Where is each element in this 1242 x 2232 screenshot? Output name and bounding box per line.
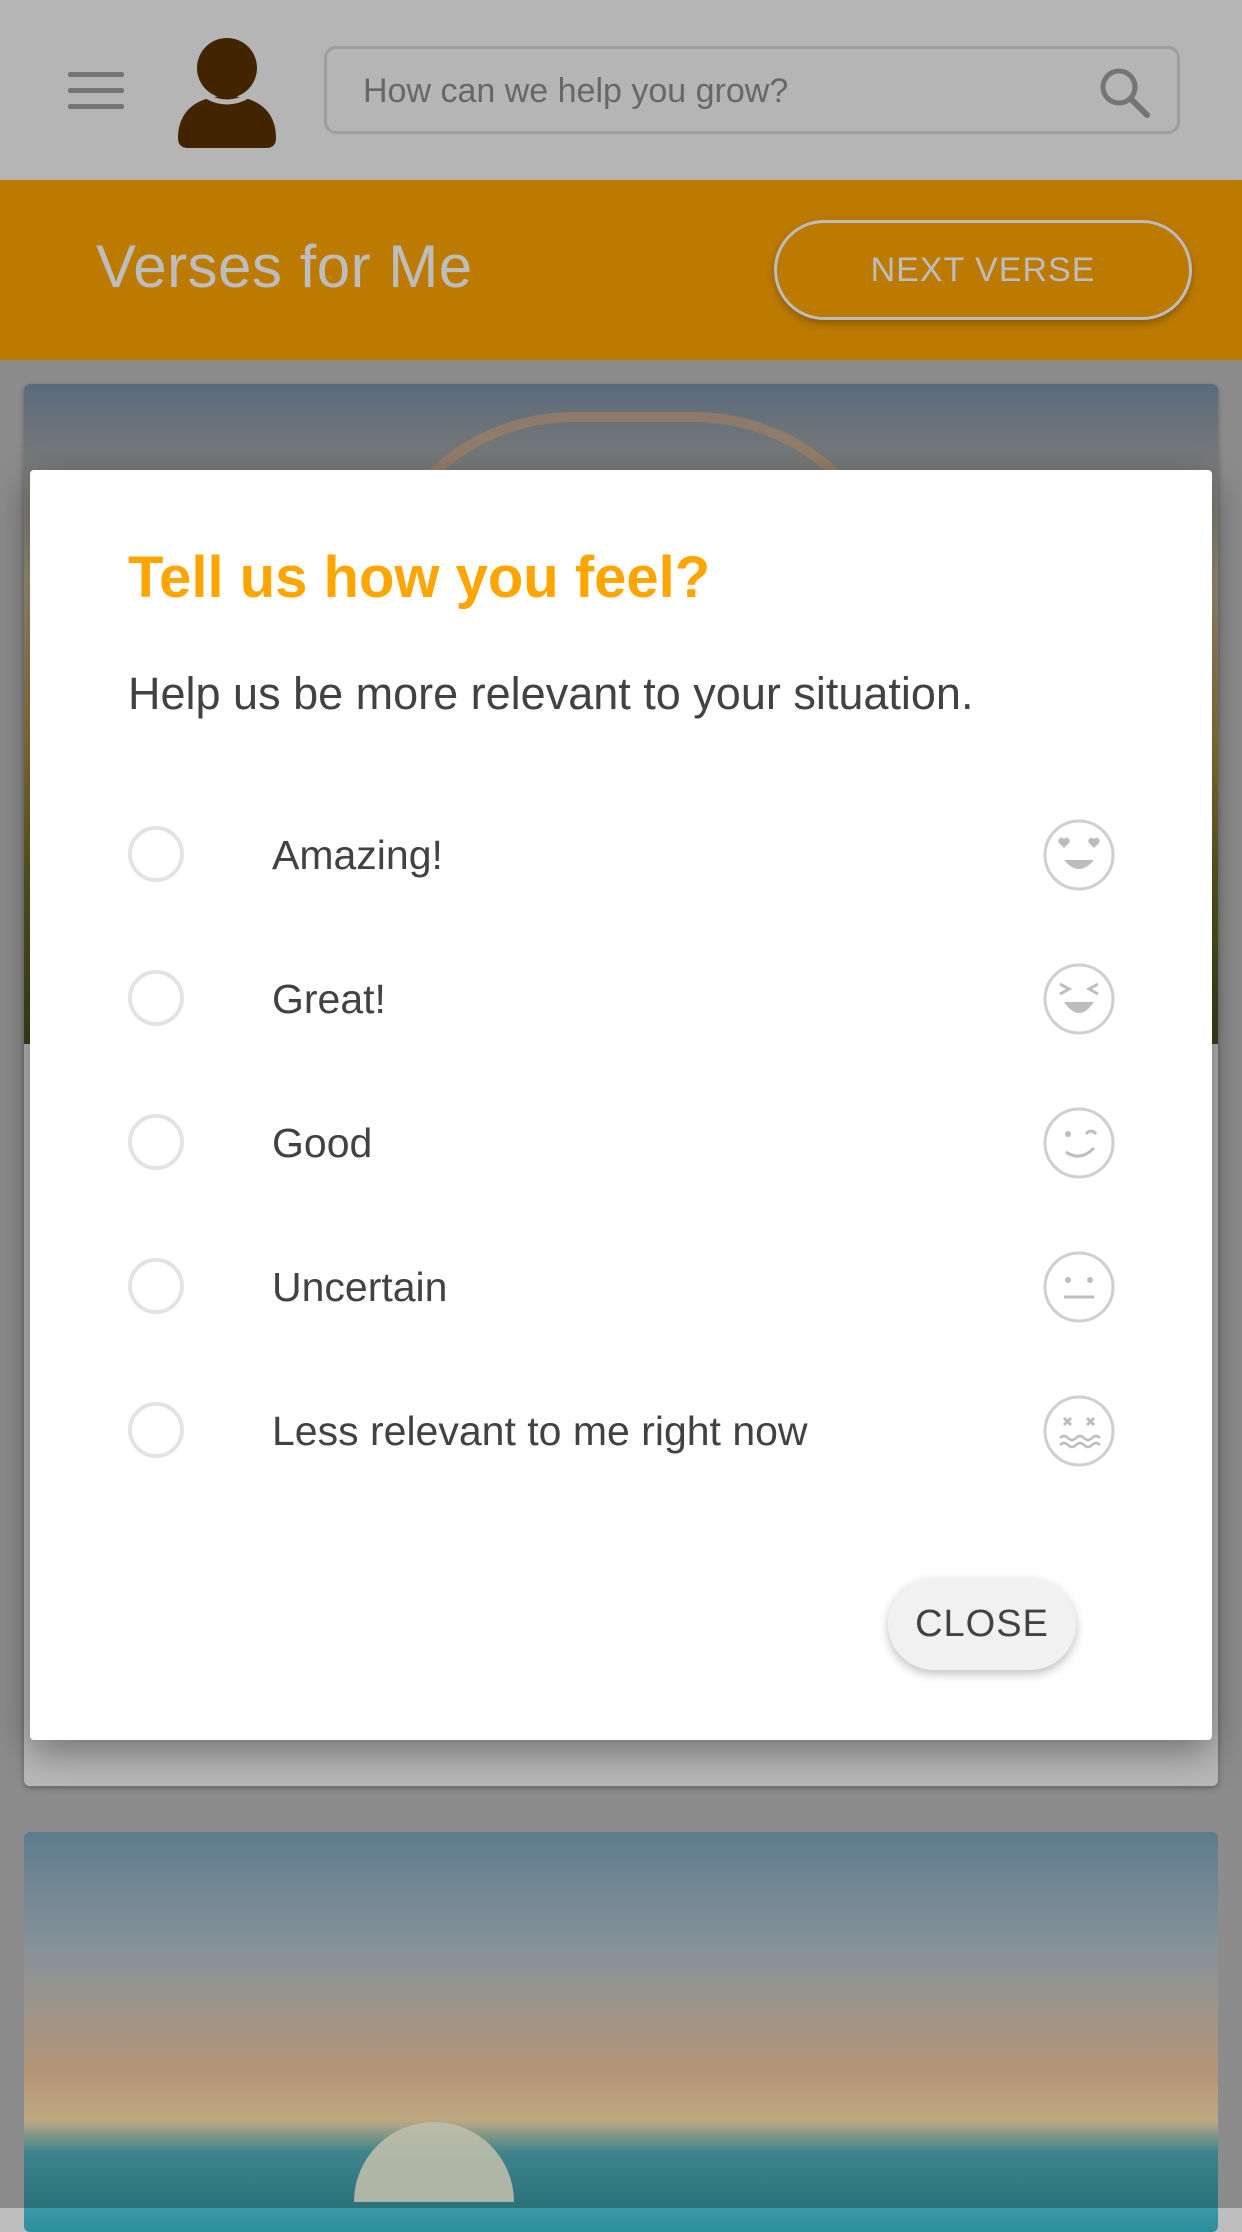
radio-button[interactable] xyxy=(128,970,184,1026)
option-label: Great! xyxy=(272,976,386,1022)
radio-button[interactable] xyxy=(128,1258,184,1314)
option-label: Less relevant to me right now xyxy=(272,1408,808,1454)
winking-emoji-icon xyxy=(1043,1107,1115,1179)
option-label: Uncertain xyxy=(272,1264,448,1310)
dizzy-face-emoji-icon xyxy=(1043,1395,1115,1467)
feelings-dialog: Tell us how you feel? Help us be more re… xyxy=(30,470,1212,1740)
heart-eyes-emoji-icon xyxy=(1043,819,1115,891)
option-label: Amazing! xyxy=(272,832,443,878)
radio-button[interactable] xyxy=(128,1402,184,1458)
dialog-subtitle: Help us be more relevant to your situati… xyxy=(128,668,974,719)
radio-button[interactable] xyxy=(128,826,184,882)
option-great[interactable]: Great! xyxy=(128,950,1118,1050)
option-label: Good xyxy=(272,1120,373,1166)
option-less-relevant[interactable]: Less relevant to me right now xyxy=(128,1382,1118,1482)
option-uncertain[interactable]: Uncertain xyxy=(128,1238,1118,1338)
option-amazing[interactable]: Amazing! xyxy=(128,806,1118,906)
close-button[interactable]: CLOSE xyxy=(888,1578,1076,1670)
dialog-title: Tell us how you feel? xyxy=(128,545,711,610)
laughing-emoji-icon xyxy=(1043,963,1115,1035)
neutral-face-emoji-icon xyxy=(1043,1251,1115,1323)
radio-button[interactable] xyxy=(128,1114,184,1170)
option-good[interactable]: Good xyxy=(128,1094,1118,1194)
